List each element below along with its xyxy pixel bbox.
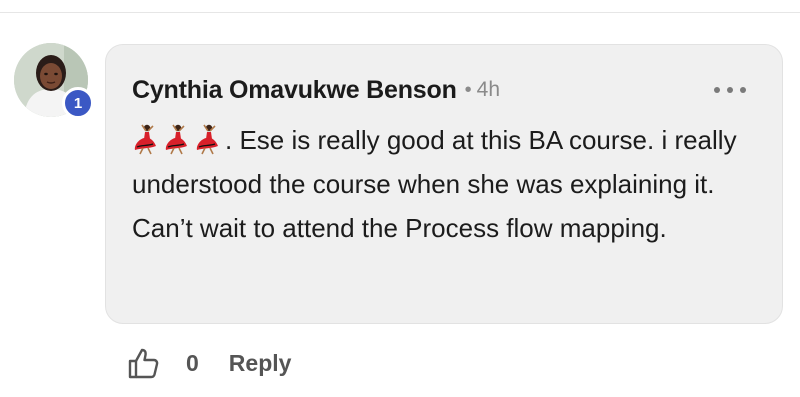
comment-header: Cynthia Omavukwe Benson • 4h (132, 73, 500, 107)
top-divider (0, 12, 800, 13)
reply-button[interactable]: Reply (229, 350, 292, 377)
author-name[interactable]: Cynthia Omavukwe Benson (132, 76, 457, 105)
like-count: 0 (186, 349, 199, 376)
comment-timestamp[interactable]: 4h (477, 78, 500, 102)
more-dot (727, 87, 733, 93)
more-dot (714, 87, 720, 93)
avatar-container[interactable]: 1 (14, 43, 96, 125)
notification-badge: 1 (62, 87, 94, 119)
comment-body: . Ese is really good at this BA course. … (132, 118, 762, 250)
more-options-icon[interactable] (714, 85, 746, 95)
comment-text: . Ese is really good at this BA course. … (132, 125, 737, 243)
dancer-emoji-icon (134, 124, 156, 155)
more-dot (740, 87, 746, 93)
dancer-emoji-icon (165, 124, 187, 155)
comment-bubble: Cynthia Omavukwe Benson • 4h . Ese is re… (105, 44, 783, 324)
comment-actions: 0 Reply (126, 345, 291, 381)
thumbs-up-icon[interactable] (126, 346, 160, 380)
meta-separator: • (464, 78, 472, 101)
dancer-emoji-icon (196, 124, 218, 155)
